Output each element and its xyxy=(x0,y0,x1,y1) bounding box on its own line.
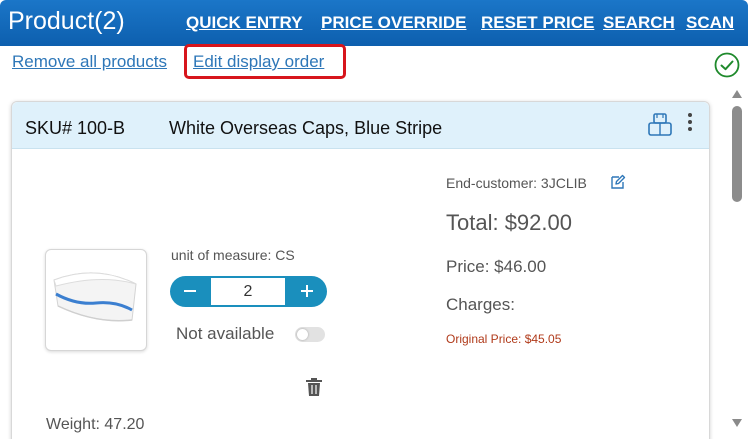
product-card: SKU# 100-B White Overseas Caps, Blue Str… xyxy=(11,101,710,439)
trash-icon[interactable] xyxy=(305,377,323,397)
availability-label: Not available xyxy=(176,324,275,343)
check-circle-icon xyxy=(714,52,740,78)
original-price: Original Price: $45.05 xyxy=(446,332,562,346)
increment-button[interactable] xyxy=(287,276,327,307)
edit-icon[interactable] xyxy=(610,174,626,190)
unit-price: Price: $46.00 xyxy=(446,257,547,276)
price-override-link[interactable]: PRICE OVERRIDE xyxy=(321,13,466,33)
more-vert-icon[interactable] xyxy=(684,111,696,133)
availability-toggle[interactable] xyxy=(295,327,325,342)
plus-icon xyxy=(301,285,313,297)
charges-label: Charges: xyxy=(446,295,515,314)
decrement-button[interactable] xyxy=(170,276,210,307)
quantity-input[interactable] xyxy=(211,278,285,305)
scan-link[interactable]: SCAN xyxy=(686,13,734,33)
remove-all-products-link[interactable]: Remove all products xyxy=(12,52,167,72)
product-weight: Weight: 47.20 xyxy=(46,416,145,433)
scrollbar-thumb[interactable] xyxy=(732,106,742,202)
minus-icon xyxy=(184,290,196,292)
toggle-knob xyxy=(297,329,308,340)
header-bar: Product(2) QUICK ENTRY PRICE OVERRIDE RE… xyxy=(0,0,748,46)
page-title: Product(2) xyxy=(8,7,125,35)
unit-of-measure: unit of measure: CS xyxy=(171,247,295,263)
quantity-stepper xyxy=(170,276,327,307)
scroll-down-arrow[interactable] xyxy=(731,418,743,428)
product-sku: SKU# 100-B xyxy=(25,118,126,138)
end-customer: End-customer: 3JCLIB xyxy=(446,175,587,191)
highlight-box xyxy=(184,44,346,79)
product-name: White Overseas Caps, Blue Stripe xyxy=(169,118,443,138)
product-image xyxy=(45,249,147,351)
total-price: Total: $92.00 xyxy=(446,210,572,235)
cap-illustration xyxy=(53,272,137,322)
product-card-header: SKU# 100-B White Overseas Caps, Blue Str… xyxy=(12,102,709,149)
search-link[interactable]: SEARCH xyxy=(603,13,675,33)
reset-price-link[interactable]: RESET PRICE xyxy=(481,13,594,33)
scroll-up-arrow[interactable] xyxy=(731,89,743,99)
quick-entry-link[interactable]: QUICK ENTRY xyxy=(186,13,303,33)
package-icon[interactable] xyxy=(645,110,675,138)
